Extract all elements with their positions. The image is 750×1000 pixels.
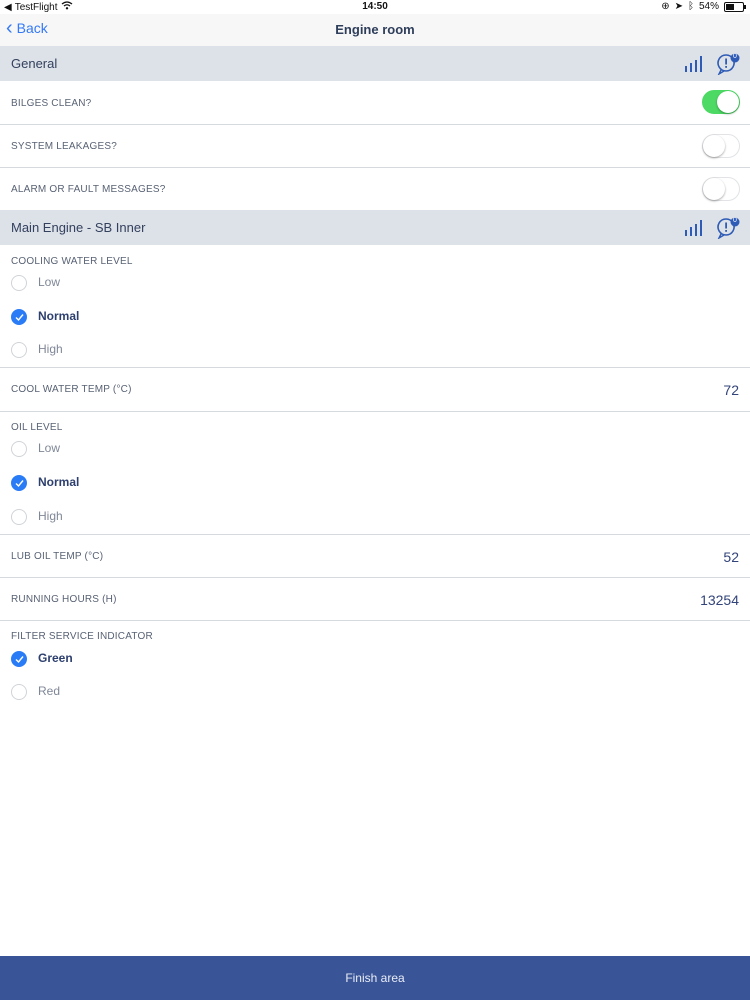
radio-label: Normal <box>38 309 80 323</box>
toggle-knob <box>717 91 739 113</box>
group-label: OIL LEVEL <box>11 422 63 433</box>
row-lub-oil-temp[interactable]: LUB OIL TEMP (°C) 52 <box>0 535 750 578</box>
navigation-bar: ‹ Back Engine room <box>0 14 750 46</box>
radio-label: Green <box>38 651 73 665</box>
row-label: COOL WATER TEMP (°C) <box>11 384 132 395</box>
radio-option[interactable]: High <box>0 334 750 366</box>
status-time: 14:50 <box>362 1 388 12</box>
radio-circle <box>11 309 27 325</box>
radio-option[interactable]: Normal <box>0 301 750 333</box>
lub-oil-temp-value[interactable]: 52 <box>723 549 739 565</box>
cool-water-temp-value[interactable]: 72 <box>723 382 739 398</box>
radio-label: High <box>38 509 63 523</box>
system-leakages-toggle[interactable] <box>702 134 740 158</box>
radio-option[interactable]: High <box>0 501 750 533</box>
radio-circle <box>11 475 27 491</box>
radio-circle <box>11 509 27 525</box>
section-title: Main Engine - SB Inner <box>11 220 146 235</box>
filter-service-group: FILTER SERVICE INDICATOR Green Red <box>0 621 750 711</box>
radio-option[interactable]: Low <box>0 267 750 299</box>
remark-count-badge: 0 <box>733 216 737 224</box>
section-header-main-engine: Main Engine - SB Inner 0 <box>0 210 750 245</box>
section-title: General <box>11 56 58 71</box>
running-hours-value[interactable]: 13254 <box>700 592 739 608</box>
remark-count-badge: 0 <box>733 52 737 60</box>
group-label: FILTER SERVICE INDICATOR <box>11 631 153 642</box>
toggle-knob <box>703 135 725 157</box>
row-bilges-clean: BILGES CLEAN? <box>0 81 750 125</box>
radio-label: High <box>38 342 63 356</box>
cooling-water-level-group: COOLING WATER LEVEL Low Normal High <box>0 245 750 368</box>
row-label: LUB OIL TEMP (°C) <box>11 551 104 562</box>
radio-option[interactable]: Normal <box>0 467 750 499</box>
oil-level-group: OIL LEVEL Low Normal High <box>0 412 750 535</box>
radio-circle <box>11 441 27 457</box>
row-alarm-fault: ALARM OR FAULT MESSAGES? <box>0 167 750 210</box>
battery-percent: 54% <box>698 1 719 12</box>
radio-option[interactable]: Red <box>0 676 750 708</box>
radio-option[interactable]: Low <box>0 433 750 465</box>
location-icon: ➤ <box>674 1 683 12</box>
status-right: ⊕ ➤ ᛒ 54% <box>661 1 746 12</box>
row-system-leakages: SYSTEM LEAKAGES? <box>0 124 750 168</box>
row-label: ALARM OR FAULT MESSAGES? <box>11 184 166 195</box>
radio-label: Low <box>38 275 61 289</box>
row-running-hours[interactable]: RUNNING HOURS (H) 13254 <box>0 578 750 621</box>
row-cool-water-temp[interactable]: COOL WATER TEMP (°C) 72 <box>0 368 750 412</box>
toggle-knob <box>703 178 725 200</box>
remark-alert-icon[interactable]: 0 <box>716 53 740 75</box>
row-label: RUNNING HOURS (H) <box>11 594 117 605</box>
bluetooth-icon: ᛒ <box>687 1 694 12</box>
radio-circle <box>11 342 27 358</box>
row-label: BILGES CLEAN? <box>11 98 92 109</box>
group-label: COOLING WATER LEVEL <box>11 256 133 267</box>
battery-icon <box>724 1 746 12</box>
radio-option[interactable]: Green <box>0 643 750 675</box>
orientation-lock-icon: ⊕ <box>661 1 670 12</box>
radio-circle <box>11 684 27 700</box>
signal-chart-icon[interactable] <box>684 219 702 237</box>
section-header-general: General 0 <box>0 46 750 81</box>
radio-circle <box>11 275 27 291</box>
radio-circle <box>11 651 27 667</box>
radio-label: Normal <box>38 475 80 489</box>
remark-alert-icon[interactable]: 0 <box>716 217 740 239</box>
status-bar: ◀ TestFlight 14:50 ⊕ ➤ ᛒ 54% <box>0 0 750 14</box>
radio-label: Low <box>38 441 61 455</box>
row-label: SYSTEM LEAKAGES? <box>11 141 118 152</box>
page-title: Engine room <box>335 22 415 37</box>
bilges-clean-toggle[interactable] <box>702 90 740 114</box>
alarm-fault-toggle[interactable] <box>702 177 740 201</box>
signal-chart-icon[interactable] <box>684 55 702 73</box>
radio-label: Red <box>38 684 61 698</box>
finish-area-button[interactable]: Finish area <box>0 956 750 1000</box>
